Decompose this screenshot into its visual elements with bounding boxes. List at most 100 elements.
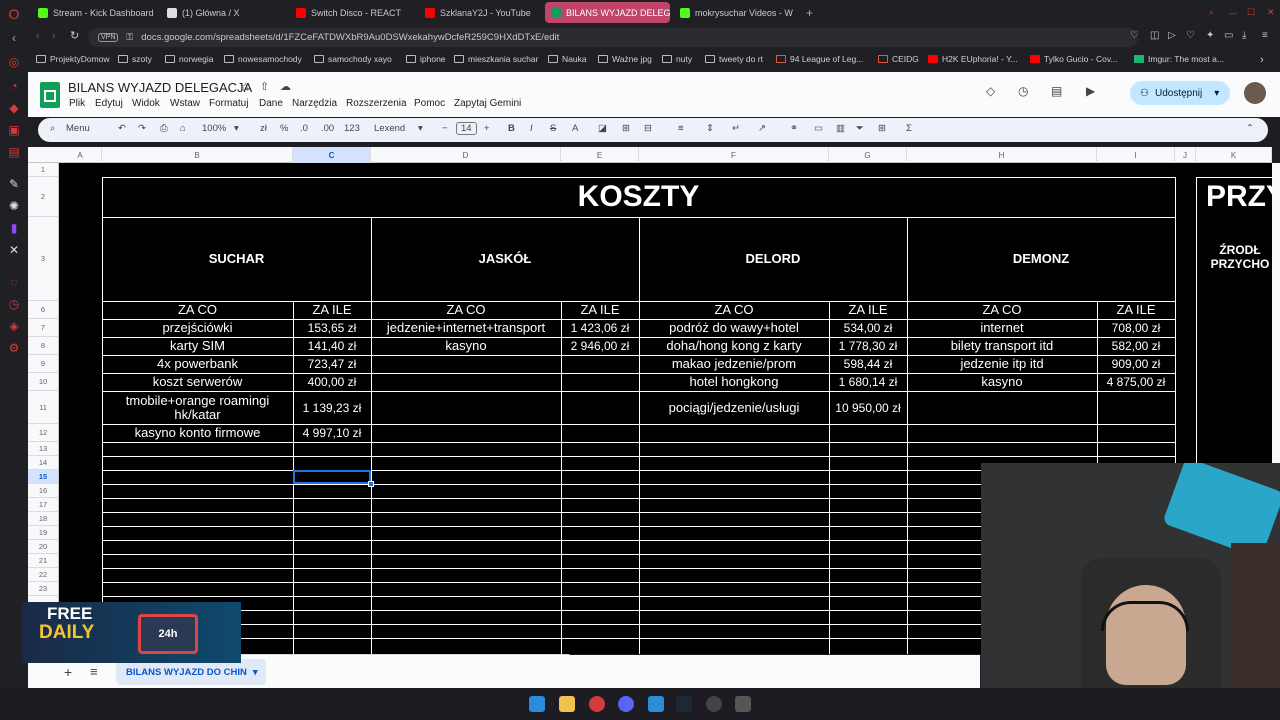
expense-item[interactable]: 4x powerbank [102,355,293,373]
sidebar-app-icon[interactable]: ◎ [6,54,22,70]
expense-amount[interactable]: 141,40 zł [293,337,371,355]
sheets-logo-icon[interactable] [40,82,60,108]
expense-amount[interactable]: 1 680,14 zł [829,373,907,391]
font-select[interactable]: Lexend [374,123,405,134]
person-header[interactable]: DEMONZ [907,217,1175,301]
sidebar-app-icon[interactable]: ▣ [6,122,22,138]
avatar[interactable] [1244,82,1266,104]
bookmark-item[interactable]: Ważne jpg [598,54,652,64]
expense-amount[interactable]: 598,44 zł [829,355,907,373]
menu-gemini[interactable]: Zapytaj Gemini [454,98,521,109]
collapse-toolbar-icon[interactable]: ⌃ [1246,123,1254,134]
row-header[interactable]: 3 [28,217,58,301]
expense-amount[interactable]: 708,00 zł [1097,319,1175,337]
align-icon[interactable]: ≡ [678,123,684,134]
expense-item[interactable]: tmobile+orange roamingi hk/katar [112,391,283,424]
expense-amount[interactable]: 909,00 zł [1097,355,1175,373]
print-icon[interactable]: ⎙ [160,123,168,134]
right-subtitle[interactable]: ŹRODŁ PRZYCHO [1208,241,1272,273]
expense-item[interactable]: kasyno konto firmowe [102,424,293,442]
person-header[interactable]: JASKÓŁ [371,217,639,301]
sidebar-app-icon[interactable]: ◆ [6,100,22,116]
camera-icon[interactable]: ◫ [1150,30,1159,41]
selected-cell[interactable] [293,470,371,484]
bookmark-item[interactable]: norwegia [165,54,214,64]
font-size-minus[interactable]: − [442,123,448,134]
expense-amount[interactable]: 723,47 zł [293,355,371,373]
app-icon[interactable] [706,696,722,712]
back-icon[interactable]: ‹ [36,30,40,42]
expense-item[interactable]: przejściówki [102,319,293,337]
menu-data[interactable]: Dane [259,98,283,109]
tab-youtube-1[interactable]: Switch Disco - REACT [290,2,415,23]
menu-format[interactable]: Formatuj [209,98,248,109]
menu-edit[interactable]: Edytuj [95,98,123,109]
search-icon[interactable]: ⌕ [1203,2,1217,23]
column-label[interactable]: ZA ILE [561,301,639,319]
row-header[interactable]: 16 [28,484,58,498]
wrap-icon[interactable]: ↵ [732,123,740,134]
redo-icon[interactable]: ↷ [138,123,146,134]
sidebar-tool-icon[interactable]: ◈ [6,318,22,334]
person-header[interactable]: DELORD [639,217,907,301]
bookmark-item[interactable]: iphone [406,54,446,64]
menu-help[interactable]: Pomoc [414,98,445,109]
column-header[interactable]: K [1196,147,1272,163]
expense-amount[interactable]: 1 139,23 zł [293,391,371,424]
font-size-plus[interactable]: + [484,123,490,134]
history-icon[interactable]: ◷ [1018,84,1028,98]
row-header[interactable]: 6 [28,301,58,319]
fill-handle[interactable] [368,481,374,487]
column-label[interactable]: ZA CO [639,301,829,319]
vpn-badge[interactable]: VPN [98,33,119,42]
tab-kick-2[interactable]: mokrysuchar Videos - W [674,2,799,23]
fill-color-icon[interactable]: ◪ [598,123,607,134]
row-header[interactable]: 23 [28,582,58,596]
expense-amount[interactable]: 400,00 zł [293,373,371,391]
menu-view[interactable]: Widok [132,98,160,109]
sidebar-app-icon[interactable]: ◔ [6,78,22,94]
row-header[interactable]: 14 [28,456,58,470]
expense-item[interactable]: kasyno [907,373,1097,391]
expense-item[interactable]: doha/hong kong z karty [639,337,829,355]
expense-item[interactable]: koszt serwerów [102,373,293,391]
tab-x[interactable]: (1) Główna / X [161,2,286,23]
row-header[interactable]: 15 [28,470,58,484]
chart-icon[interactable]: ▥ [836,123,845,134]
new-tab-button[interactable]: + [800,2,816,23]
column-header[interactable]: J [1175,147,1196,163]
download-icon[interactable]: ⤓ [1242,30,1246,41]
expense-item[interactable]: pociągi/jedzenie/usługi [639,391,829,424]
expense-item[interactable]: internet [907,319,1097,337]
percent-format[interactable]: % [280,123,288,134]
move-icon[interactable]: ⇧ [260,80,269,93]
opera-icon[interactable] [589,696,605,712]
column-label[interactable]: ZA CO [907,301,1097,319]
font-size-input[interactable]: 14 [456,122,477,135]
sidebar-tool-icon[interactable]: ◌ [6,274,22,290]
functions-icon[interactable]: Σ [906,123,912,134]
undo-icon[interactable]: ↶ [118,123,126,134]
expense-amount[interactable]: 582,00 zł [1097,337,1175,355]
bookmark-item[interactable]: H2K EUphoria! - Y... [928,54,1018,64]
column-header[interactable]: D [371,147,561,163]
bookmark-item[interactable]: nuty [662,54,692,64]
expense-item[interactable]: hotel hongkong [639,373,829,391]
paint-format-icon[interactable]: ⌂ [180,123,186,134]
messenger-icon[interactable] [648,696,664,712]
minimize-icon[interactable]: — [1223,2,1237,23]
bookmark-item[interactable]: samochody xayo [314,54,392,64]
row-header[interactable]: 12 [28,424,58,442]
document-title[interactable]: BILANS WYJAZD DELEGACJA [68,80,252,95]
row-header[interactable]: 10 [28,373,58,391]
column-header[interactable]: I [1097,147,1175,163]
expense-item[interactable]: jedzenie+internet+transport [371,319,561,337]
expense-amount[interactable]: 1 423,06 zł [561,319,639,337]
menu-file[interactable]: Plik [69,98,85,109]
right-title[interactable]: PRZY [1196,177,1272,217]
maximize-icon[interactable]: ☐ [1241,2,1255,23]
all-sheets-icon[interactable]: ≡ [90,664,98,679]
row-header[interactable]: 7 [28,319,58,337]
calculator-icon[interactable] [735,696,751,712]
expense-item[interactable]: jedzenie itp itd [907,355,1097,373]
